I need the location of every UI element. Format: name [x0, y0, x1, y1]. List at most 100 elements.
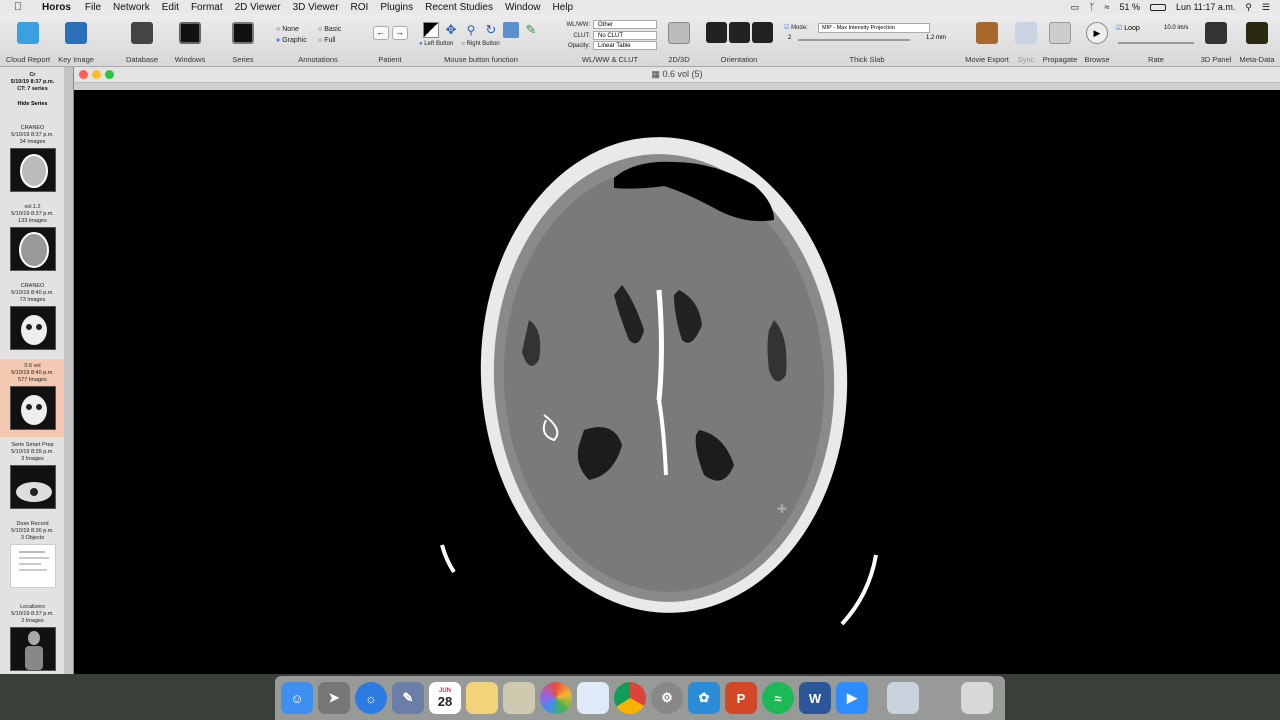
image-viewer[interactable]: ✚ [74, 90, 1280, 674]
menu-recent-studies[interactable]: Recent Studies [419, 2, 499, 13]
finder-icon[interactable]: ☺ [281, 682, 313, 714]
coronal-orientation-icon[interactable] [728, 22, 750, 43]
preview-icon[interactable]: ✎ [392, 682, 424, 714]
system-preferences-icon[interactable]: ⚙ [651, 682, 683, 714]
menu-format[interactable]: Format [185, 2, 229, 13]
ann-none-label: None [282, 26, 299, 33]
menu-roi[interactable]: ROI [345, 2, 375, 13]
series-item[interactable]: Localizers 5/10/19 8:37 p.m. 2 Images [0, 604, 65, 676]
right-button-radio[interactable]: ○ [461, 41, 465, 47]
key-image-button[interactable]: Key Image [56, 14, 96, 67]
left-button-radio[interactable]: ● [419, 41, 423, 47]
word-icon[interactable]: W [799, 682, 831, 714]
ann-graphic-radio[interactable]: ● [276, 37, 280, 44]
horos-icon[interactable]: ✿ [688, 682, 720, 714]
series-button[interactable]: Series [225, 14, 261, 67]
loop-checkbox[interactable]: ☑ [1116, 25, 1122, 32]
zoom-tool-icon[interactable]: ⚲ [463, 22, 479, 38]
wlww-label: WL/WW: [566, 22, 590, 28]
series-item[interactable]: CRANEO 5/10/19 8:40 p.m. 73 Images [0, 283, 65, 355]
rotate-tool-icon[interactable]: ↻ [483, 22, 499, 38]
safari-icon[interactable]: ☼ [355, 682, 387, 714]
spotify-icon[interactable]: ≈ [762, 682, 794, 714]
series-item[interactable]: CRANEO 5/10/19 8:37 p.m. 34 Images [0, 125, 65, 197]
powerpoint-icon[interactable]: P [725, 682, 757, 714]
series-item[interactable]: vol.1.2 5/10/19 8:37 p.m. 133 Images [0, 204, 65, 276]
menu-window[interactable]: Window [499, 2, 547, 13]
thick-slab-slider[interactable] [798, 39, 910, 41]
mode-checkbox[interactable]: ☑ [784, 25, 789, 31]
2d3d-button[interactable]: 2D/3D [664, 14, 694, 67]
next-patient-button[interactable]: → [391, 26, 408, 40]
wlww-select[interactable]: Other [593, 20, 657, 29]
notes-icon[interactable] [466, 682, 498, 714]
browse-button[interactable]: ▶ Browse [1082, 14, 1112, 67]
clock[interactable]: Lun 11:17 a.m. [1176, 2, 1235, 12]
movie-export-button[interactable]: Movie Export [962, 14, 1012, 67]
series-scrollbar[interactable] [64, 67, 73, 674]
axial-orientation-icon[interactable] [705, 22, 727, 43]
series-item[interactable]: Dose Record 5/10/19 8:36 p.m. 3 Objects [0, 521, 65, 593]
cloud-icon [17, 22, 39, 44]
menu-help[interactable]: Help [547, 2, 580, 13]
patient-group: ← → Patient [368, 14, 412, 67]
opacity-select[interactable]: Linear Table [593, 41, 657, 50]
roi-tool-icon[interactable]: ✎ [523, 22, 539, 38]
database-button[interactable]: Database [124, 14, 160, 67]
prev-patient-button[interactable]: ← [372, 26, 389, 40]
ann-full-label: Full [324, 37, 336, 44]
chrome-icon[interactable] [614, 682, 646, 714]
documents-folder-icon[interactable] [887, 682, 919, 714]
ann-graphic-label: Graphic [282, 37, 307, 44]
wlww-tool-icon[interactable] [423, 22, 439, 38]
ann-none-radio[interactable]: ○ [276, 26, 280, 33]
ann-basic-radio[interactable]: ○ [318, 26, 322, 33]
menu-plugins[interactable]: Plugins [374, 2, 419, 13]
zoom-app-icon[interactable]: ▶ [836, 682, 868, 714]
series-item-selected[interactable]: 0.6 vol 5/10/19 8:40 p.m. 577 Images [0, 359, 65, 437]
sync-button[interactable]: Sync [1014, 14, 1038, 67]
meta-data-button[interactable]: Meta-Data [1236, 14, 1278, 67]
menu-3d-viewer[interactable]: 3D Viewer [287, 2, 345, 13]
series-item[interactable]: Serie Smart Prep 5/10/19 8:39 p.m. 3 Ima… [0, 442, 65, 514]
spotlight-search-icon[interactable]: ⚲ [1245, 2, 1252, 13]
menu-network[interactable]: Network [107, 2, 156, 13]
3d-panel-icon [1205, 22, 1227, 44]
calendar-icon[interactable]: JUN 28 [429, 682, 461, 714]
launchpad-icon[interactable]: ➤ [318, 682, 350, 714]
textedit-icon[interactable] [577, 682, 609, 714]
mode-select[interactable]: MIP - Max Intensity Projection [818, 23, 930, 33]
battery-percent[interactable]: 51 % [1119, 2, 1140, 12]
apple-icon[interactable]:  [0, 1, 36, 13]
hide-series-button[interactable]: Hide Series [0, 101, 65, 107]
propagate-button[interactable]: Propagate [1040, 14, 1080, 67]
cloud-report-button[interactable]: Cloud Report [5, 14, 51, 67]
trash-icon[interactable] [961, 682, 993, 714]
airplay-icon[interactable]: ▭ [1071, 2, 1080, 13]
scroll-tool-icon[interactable] [503, 22, 519, 38]
windows-button[interactable]: Windows [170, 14, 210, 67]
screenshot-thumbnail-icon[interactable] [924, 682, 956, 714]
rate-slider[interactable] [1118, 42, 1194, 44]
menu-list-icon[interactable]: ☰ [1262, 2, 1270, 13]
meta-data-icon [1246, 22, 1268, 44]
bluetooth-icon[interactable]: ᛉ [1089, 2, 1094, 12]
ann-full-radio[interactable]: ○ [318, 37, 322, 44]
menu-2d-viewer[interactable]: 2D Viewer [229, 2, 287, 13]
battery-icon[interactable] [1149, 3, 1166, 11]
wifi-icon[interactable]: ≈ [1104, 2, 1109, 12]
3d-panel-button[interactable]: 3D Panel [1198, 14, 1234, 67]
move-tool-icon[interactable]: ✥ [443, 22, 459, 38]
rate-group: ☑ Loop 10.0 im/s Rate [1112, 14, 1200, 67]
photos-icon[interactable] [540, 682, 572, 714]
orientation-group: Orientation [704, 14, 774, 67]
clut-select[interactable]: No CLUT [593, 30, 657, 40]
menu-edit[interactable]: Edit [156, 2, 185, 13]
menu-file[interactable]: File [79, 2, 107, 13]
image-capture-icon[interactable] [503, 682, 535, 714]
series-thumbnail [9, 148, 56, 192]
sagittal-orientation-icon[interactable] [751, 22, 773, 43]
key-image-icon [65, 22, 87, 44]
menu-horos[interactable]: Horos [36, 2, 79, 13]
mode-label: Mode: [791, 25, 808, 31]
